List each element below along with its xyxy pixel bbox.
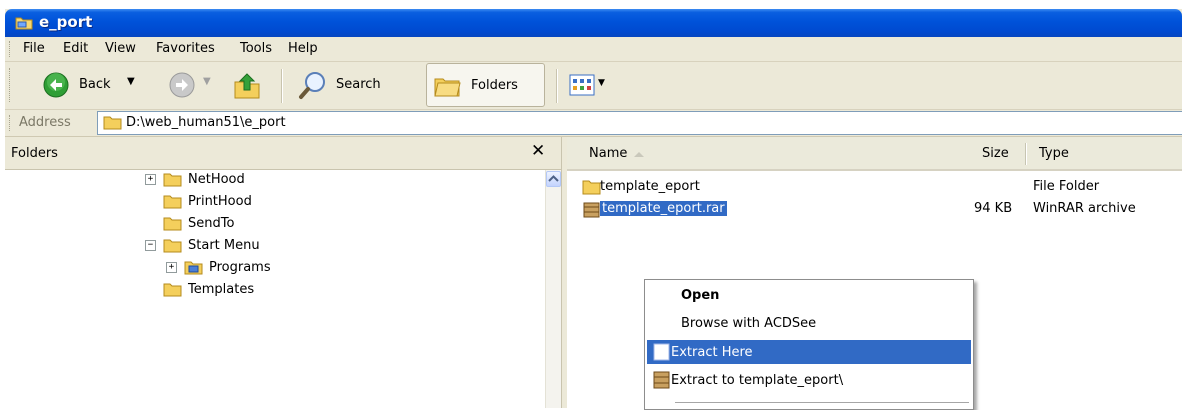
folder-icon	[163, 239, 182, 253]
up-folder-button[interactable]	[227, 62, 267, 109]
expand-plus-icon[interactable]: +	[166, 262, 177, 273]
address-label: Address	[19, 115, 71, 130]
toolbar-separator-2	[556, 69, 558, 103]
folders-label: Folders	[471, 78, 518, 93]
folders-pane-title: Folders	[11, 146, 58, 161]
folder-icon	[582, 180, 601, 195]
address-path: D:\web_human51\e_port	[126, 115, 286, 130]
file-row-template-eport-rar[interactable]: template_eport.rar 94 KB WinRAR archive	[567, 199, 1182, 221]
menu-view[interactable]: View	[105, 41, 136, 56]
column-headers: Name Size Type	[567, 137, 1182, 171]
tree-item-label: NetHood	[188, 172, 245, 187]
menu-favorites[interactable]: Favorites	[156, 41, 215, 56]
context-menu: Open Browse with ACDSee Extract Here Ext…	[644, 279, 974, 410]
menubar-grip[interactable]	[9, 41, 12, 57]
menu-help[interactable]: Help	[288, 41, 318, 56]
folder-tree: + NetHood PrintHood SendTo − Start Menu …	[5, 170, 545, 408]
back-label: Back	[79, 77, 111, 92]
menu-item-label: Browse with ACDSee	[681, 316, 817, 331]
column-type-header[interactable]: Type	[1039, 146, 1069, 161]
menu-bar: File Edit View Favorites Tools Help	[5, 37, 1182, 62]
tree-item-label: SendTo	[188, 216, 235, 231]
menu-separator	[675, 402, 969, 403]
tree-item-label: Programs	[209, 260, 271, 275]
file-size: 94 KB	[974, 201, 1013, 216]
menu-item-label: Extract Here	[671, 345, 753, 360]
views-dropdown-arrow-icon[interactable]: ▼	[598, 78, 605, 88]
file-row-template-eport-folder[interactable]: template_eport File Folder	[567, 177, 1182, 199]
close-icon[interactable]: ✕	[531, 141, 545, 161]
up-folder-icon	[234, 73, 260, 99]
menu-edit[interactable]: Edit	[63, 41, 88, 56]
views-button[interactable]: ▼	[567, 62, 617, 109]
forward-arrow-icon	[169, 72, 195, 98]
tree-item-label: Templates	[188, 282, 255, 297]
expand-plus-icon[interactable]: +	[145, 174, 156, 185]
context-menu-item-browse-acdsee[interactable]: Browse with ACDSee	[647, 311, 971, 335]
folders-pane-header: Folders ✕	[5, 137, 561, 170]
back-button[interactable]: Back ▼	[35, 62, 161, 109]
sort-ascending-icon	[634, 152, 644, 157]
explorer-window: e_port File Edit View Favorites Tools He…	[5, 9, 1182, 408]
menu-item-label: Open	[681, 288, 720, 303]
file-name: template_eport.rar	[600, 201, 727, 216]
address-grip[interactable]	[9, 115, 12, 131]
address-bar: Address D:\web_human51\e_port	[5, 110, 1182, 137]
folders-icon	[434, 78, 461, 97]
chevron-up-icon	[548, 175, 559, 182]
views-grid-icon	[569, 74, 595, 96]
folder-window-icon	[15, 17, 33, 30]
tree-item-label: Start Menu	[188, 238, 260, 253]
search-magnifier-icon	[299, 72, 325, 99]
address-field[interactable]: D:\web_human51\e_port	[97, 111, 1182, 135]
file-type: WinRAR archive	[1033, 201, 1136, 216]
column-divider[interactable]	[1025, 143, 1027, 165]
context-menu-item-open[interactable]: Open	[647, 283, 971, 307]
menu-item-label: Extract to template_eport\	[671, 373, 844, 388]
collapse-minus-icon[interactable]: −	[145, 240, 156, 251]
winrar-archive-icon	[653, 371, 670, 389]
folder-icon	[103, 116, 122, 130]
extract-here-icon	[653, 343, 670, 361]
file-type: File Folder	[1033, 179, 1100, 194]
forward-dropdown-arrow-icon[interactable]: ▼	[203, 76, 211, 87]
forward-button[interactable]: ▼	[165, 62, 225, 109]
window-title: e_port	[39, 13, 93, 31]
column-size-header[interactable]: Size	[982, 146, 1009, 161]
search-button[interactable]: Search	[290, 62, 408, 109]
scroll-up-button[interactable]	[546, 171, 561, 187]
title-bar[interactable]: e_port	[5, 9, 1182, 37]
toolbar-separator	[281, 69, 283, 103]
search-label: Search	[336, 77, 381, 92]
back-dropdown-arrow-icon[interactable]: ▼	[127, 76, 135, 87]
folder-icon	[163, 195, 182, 209]
back-arrow-icon	[43, 72, 69, 98]
file-name: template_eport	[600, 179, 700, 194]
programs-folder-icon	[184, 261, 203, 275]
tree-item-label: PrintHood	[188, 194, 252, 209]
context-menu-item-extract-here[interactable]: Extract Here	[647, 340, 971, 364]
folder-tree-scrollbar[interactable]	[545, 170, 562, 408]
standard-toolbar: Back ▼ ▼ Search Folders ▼	[5, 62, 1182, 110]
context-menu-item-extract-to[interactable]: Extract to template_eport\	[647, 368, 971, 392]
folder-icon	[163, 173, 182, 187]
folders-button[interactable]: Folders	[426, 63, 545, 107]
menu-file[interactable]: File	[23, 41, 45, 56]
menu-tools[interactable]: Tools	[240, 41, 272, 56]
toolbar-grip[interactable]	[9, 68, 12, 102]
column-name-header[interactable]: Name	[589, 146, 627, 161]
winrar-archive-icon	[583, 202, 600, 218]
folder-icon	[163, 217, 182, 231]
folder-icon	[163, 283, 182, 297]
